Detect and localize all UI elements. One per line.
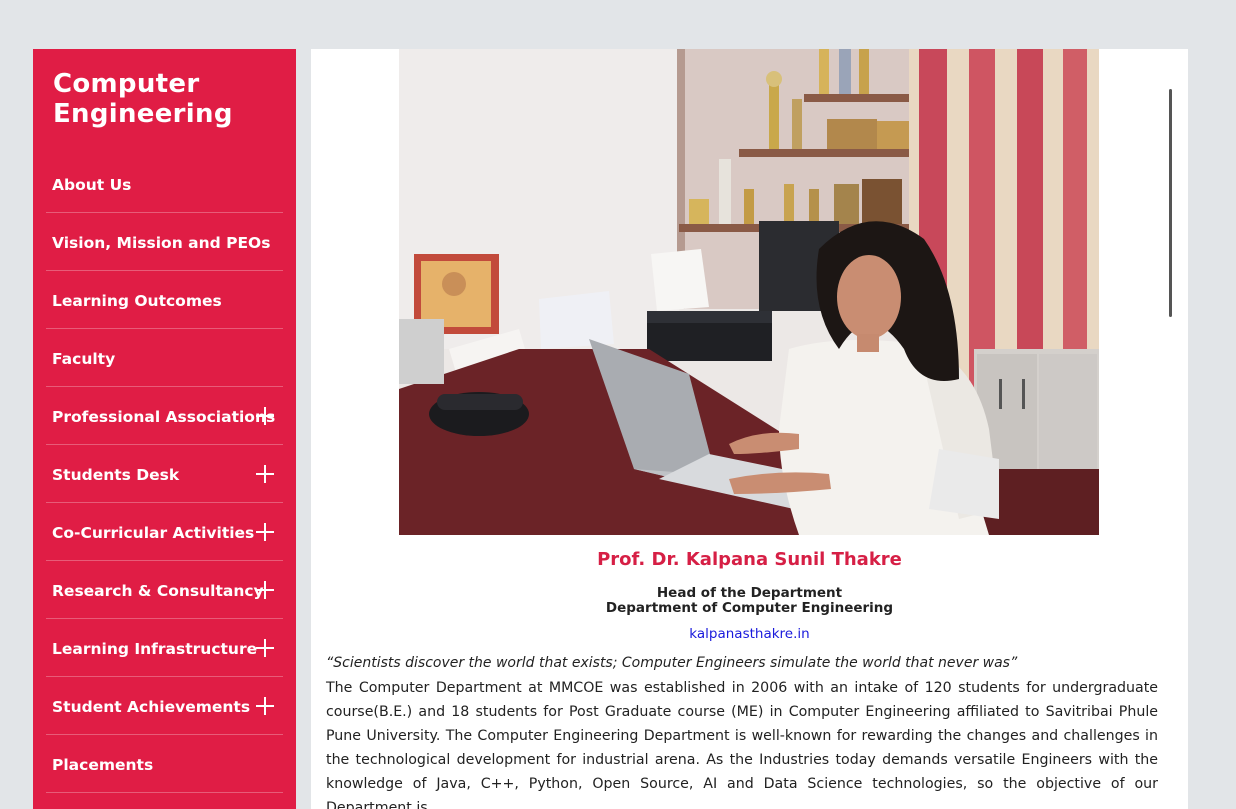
sidebar-item-learning-infrastructure[interactable]: Learning Infrastructure bbox=[46, 619, 283, 677]
department-quote: “Scientists discover the world that exis… bbox=[326, 655, 1018, 671]
plus-icon[interactable] bbox=[256, 465, 274, 483]
sidebar-item-label: Faculty bbox=[52, 350, 116, 368]
sidebar-item-label: Placements bbox=[52, 756, 154, 774]
sidebar-item-label: Learning Outcomes bbox=[52, 292, 222, 310]
sidebar-item-professional-associations[interactable]: Professional Associations bbox=[46, 387, 283, 445]
plus-icon[interactable] bbox=[256, 407, 274, 425]
plus-icon[interactable] bbox=[256, 523, 274, 541]
sidebar-item-label: Co-Curricular Activities bbox=[52, 524, 255, 542]
hod-department: Department of Computer Engineering bbox=[605, 600, 894, 616]
sidebar-item-vision-mission[interactable]: Vision, Mission and PEOs bbox=[46, 213, 283, 271]
sidebar-menu: About Us Vision, Mission and PEOs Learni… bbox=[46, 155, 283, 793]
sidebar-title: Computer Engineering bbox=[53, 69, 233, 129]
sidebar-item-student-achievements[interactable]: Student Achievements bbox=[46, 677, 283, 735]
sidebar-item-label: Research & Consultancy bbox=[52, 582, 264, 600]
hod-website-link[interactable]: kalpanasthakre.in bbox=[311, 626, 1188, 642]
plus-icon[interactable] bbox=[256, 697, 274, 715]
sidebar-item-co-curricular[interactable]: Co-Curricular Activities bbox=[46, 503, 283, 561]
sidebar-item-students-desk[interactable]: Students Desk bbox=[46, 445, 283, 503]
sidebar-item-label: Students Desk bbox=[52, 466, 180, 484]
sidebar-item-placements[interactable]: Placements bbox=[46, 735, 283, 793]
sidebar-item-research[interactable]: Research & Consultancy bbox=[46, 561, 283, 619]
sidebar-item-faculty[interactable]: Faculty bbox=[46, 329, 283, 387]
sidebar-item-learning-outcomes[interactable]: Learning Outcomes bbox=[46, 271, 283, 329]
sidebar-item-label: Vision, Mission and PEOs bbox=[52, 234, 271, 252]
main-content: Prof. Dr. Kalpana Sunil Thakre Head of t… bbox=[311, 49, 1188, 809]
sidebar: Computer Engineering About Us Vision, Mi… bbox=[33, 49, 296, 809]
hod-role: Head of the Department bbox=[656, 585, 843, 601]
department-description: The Computer Department at MMCOE was est… bbox=[326, 680, 1158, 809]
sidebar-item-label: Learning Infrastructure bbox=[52, 640, 258, 658]
hod-photo bbox=[399, 49, 1099, 535]
sidebar-item-about-us[interactable]: About Us bbox=[46, 155, 283, 213]
hod-name: Prof. Dr. Kalpana Sunil Thakre bbox=[597, 549, 902, 570]
plus-icon[interactable] bbox=[256, 581, 274, 599]
sidebar-item-label: Professional Associations bbox=[52, 408, 276, 426]
sidebar-item-label: About Us bbox=[52, 176, 132, 194]
plus-icon[interactable] bbox=[256, 639, 274, 657]
sidebar-item-label: Student Achievements bbox=[52, 698, 251, 716]
scrollbar[interactable] bbox=[1169, 89, 1172, 317]
